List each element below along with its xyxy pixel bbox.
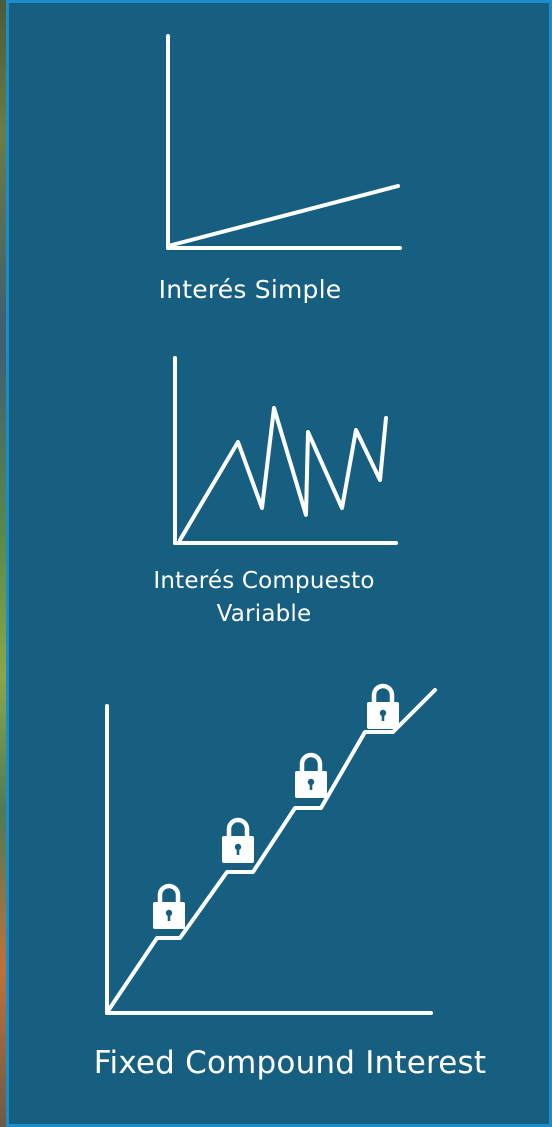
variable-compound-graph [173,356,398,545]
caption-line: Fixed Compound Interest [93,1045,487,1081]
simple-interest-graph [166,34,402,250]
variable-compound-caption: Interés Compuesto Variable [120,565,408,631]
caption-line: Interés Simple [158,275,342,304]
stepped-line [106,688,437,1013]
padlock-icon [222,820,254,863]
fixed-compound-caption: Fixed Compound Interest [40,1042,540,1084]
simple-interest-caption: Interés Simple [120,274,380,306]
padlock-icon [295,755,327,798]
caption-line-1: Interés Compuesto [153,568,375,594]
interest-line [166,184,400,248]
zigzag-line [178,406,388,542]
padlock-icon [367,686,399,729]
padlock-icon [153,886,185,929]
caption-line-2: Variable [216,601,312,627]
fixed-compound-graph [105,680,437,1015]
